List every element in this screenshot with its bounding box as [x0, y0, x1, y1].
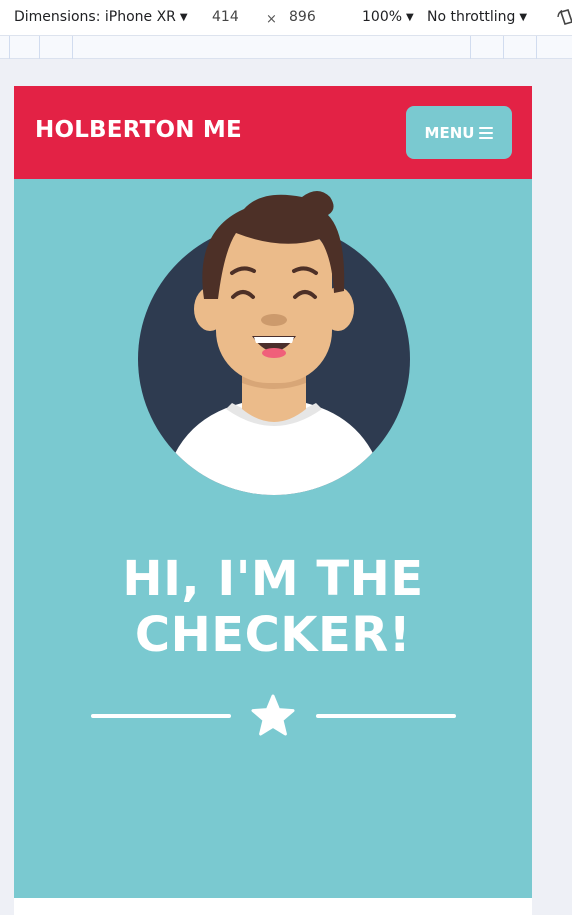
hero-title: HI, I'M THE CHECKER! [14, 551, 532, 663]
hero-section: HI, I'M THE CHECKER! [14, 179, 532, 898]
ruler-tick [9, 36, 10, 59]
caret-down-icon: ▼ [519, 12, 528, 23]
dimension-separator: × [266, 12, 277, 27]
site-header: HOLBERTON ME MENU [14, 86, 532, 179]
devtools-device-toolbar: Dimensions: iPhone XR ▼ 414 × 896 100% ▼ N… [0, 0, 572, 36]
height-input[interactable]: 896 [289, 9, 316, 25]
zoom-select-label: 100% [362, 9, 403, 25]
menu-button-label: MENU [424, 123, 475, 142]
emulated-viewport: HOLBERTON ME MENU HI, I'M THE CHECKER! [14, 86, 532, 915]
ruler-tick [503, 36, 504, 59]
hero-title-line-2: CHECKER! [134, 607, 412, 663]
menu-button[interactable]: MENU [406, 106, 512, 159]
caret-down-icon: ▼ [179, 12, 188, 23]
caret-down-icon: ▼ [406, 12, 414, 23]
hamburger-icon [479, 126, 494, 139]
device-select-label: Dimensions: iPhone XR [14, 9, 176, 25]
ruler-tick [470, 36, 471, 59]
rotate-icon[interactable] [556, 8, 572, 28]
hero-title-line-1: HI, I'M THE [122, 551, 424, 607]
divider-line-left [91, 714, 231, 718]
device-select[interactable]: Dimensions: iPhone XR ▼ [14, 9, 188, 25]
star-icon [251, 694, 295, 736]
ruler-tick [536, 36, 537, 59]
ruler-tick [39, 36, 40, 59]
ruler-tick [72, 36, 73, 59]
avatar-illustration [138, 191, 410, 495]
site-logo[interactable]: HOLBERTON ME [35, 117, 242, 143]
throttling-select-label: No throttling [427, 9, 516, 25]
media-query-ruler [0, 36, 572, 59]
width-input[interactable]: 414 [212, 9, 239, 25]
zoom-select[interactable]: 100% ▼ [362, 9, 414, 25]
divider-line-right [316, 714, 456, 718]
throttling-select[interactable]: No throttling ▼ [427, 9, 527, 25]
